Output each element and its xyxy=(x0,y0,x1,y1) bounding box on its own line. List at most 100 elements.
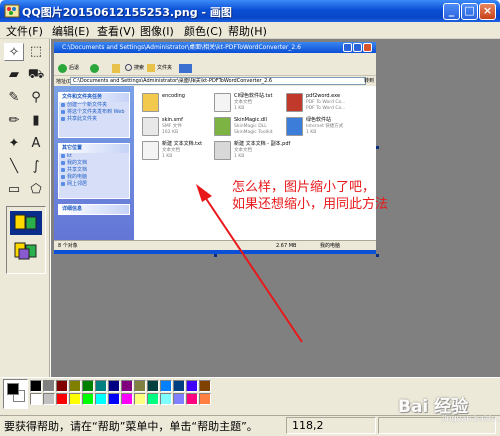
brush-tool[interactable]: ▮ xyxy=(26,112,46,130)
task-link: 将这个文件夹发布到 Web xyxy=(59,109,129,116)
explorer-title: C:\Documents and Settings\Administrator\… xyxy=(62,44,301,51)
file-details: 文本文档 1 KB xyxy=(234,100,252,111)
color-picker-tool[interactable]: ✎ xyxy=(4,89,24,107)
color-swatch[interactable] xyxy=(147,380,159,392)
color-swatch[interactable] xyxy=(173,380,185,392)
airbrush-tool[interactable]: ✦ xyxy=(4,135,24,153)
file-name: 新建 文本文档.txt xyxy=(162,141,203,147)
resize-handle[interactable] xyxy=(376,254,379,257)
file-item: 新建 文本文档.txt 文本文档 1 KB xyxy=(142,139,217,167)
color-swatch[interactable] xyxy=(186,393,198,405)
foreground-color-swatch[interactable] xyxy=(7,383,19,395)
color-swatch[interactable] xyxy=(147,393,159,405)
file-name: pdf2word.exe xyxy=(306,93,341,99)
file-item: 绿色软件站 Internet 快捷方式 1 KB xyxy=(286,115,361,143)
color-swatch[interactable] xyxy=(199,393,211,405)
file-item: 新建 文本文档 - 副本.pdf 文本文档 1 KB xyxy=(214,139,291,167)
color-swatch[interactable] xyxy=(30,380,42,392)
file-icon xyxy=(142,93,159,112)
resize-handle[interactable] xyxy=(376,146,379,149)
eraser-icon: ▰ xyxy=(9,67,19,82)
magnifier-tool[interactable]: ⚲ xyxy=(26,89,46,107)
folders-icon xyxy=(147,64,155,72)
menu-view[interactable]: 查看(V) xyxy=(97,23,135,39)
file-name: SkinMagic.dll xyxy=(234,117,267,123)
polygon-tool[interactable]: ⬠ xyxy=(26,181,46,199)
color-swatch[interactable] xyxy=(69,393,81,405)
color-swatch[interactable] xyxy=(56,380,68,392)
file-icon xyxy=(214,93,231,112)
file-name: skin.smf xyxy=(162,117,183,123)
search-label: 搜索 xyxy=(134,65,145,71)
window-title: QQ图片20150612155253.png - 画图 xyxy=(22,6,232,19)
color-swatch[interactable] xyxy=(82,380,94,392)
file-name: 绿色软件站 xyxy=(306,117,332,123)
color-swatch[interactable] xyxy=(199,380,211,392)
annotation-line-2: 如果还想缩小，用同此方法 xyxy=(232,197,389,212)
free-select-tool[interactable]: ✧ xyxy=(4,43,24,61)
color-swatch[interactable] xyxy=(121,380,133,392)
explorer-menu-bar xyxy=(54,53,376,61)
color-swatch[interactable] xyxy=(43,393,55,405)
go-button: 转到 xyxy=(364,78,375,84)
color-swatch[interactable] xyxy=(134,380,146,392)
views-icon xyxy=(179,64,192,73)
color-swatch[interactable] xyxy=(43,380,55,392)
file-details: PDF To Word Co... PDF To Word Co... xyxy=(306,100,346,111)
file-details: SkinMagic DLL SkinMagic Toolkit xyxy=(234,124,273,135)
color-swatch[interactable] xyxy=(69,380,81,392)
places-title: 其它位置 xyxy=(59,144,129,153)
resize-handle[interactable] xyxy=(214,254,217,257)
free-select-icon: ✧ xyxy=(8,45,20,60)
color-swatch[interactable] xyxy=(108,393,120,405)
tool-options-panel[interactable] xyxy=(6,206,46,274)
color-swatch[interactable] xyxy=(121,393,133,405)
menu-colors[interactable]: 颜色(C) xyxy=(184,23,222,39)
rectangle-tool[interactable]: ▭ xyxy=(4,181,24,199)
color-swatch[interactable] xyxy=(160,380,172,392)
explorer-status-bar: 8 个对象 2.67 MB 我的电脑 xyxy=(54,240,376,250)
maximize-button[interactable]: □ xyxy=(461,3,478,20)
file-icon xyxy=(286,93,303,112)
curve-tool[interactable]: ∫ xyxy=(26,158,46,176)
menu-help[interactable]: 帮助(H) xyxy=(228,23,267,39)
status-help-text: 要获得帮助，请在“帮助”菜单中，单击“帮助主题”。 xyxy=(4,420,258,433)
file-icon xyxy=(142,141,159,160)
eraser-tool[interactable]: ▰ xyxy=(4,66,24,84)
annotation-line-1: 怎么样，图片缩小了吧， xyxy=(232,180,376,195)
menu-edit[interactable]: 编辑(E) xyxy=(52,23,90,39)
fill-tool[interactable]: ⛟ xyxy=(26,66,46,84)
line-tool[interactable]: ╲ xyxy=(4,158,24,176)
tasks-title: 文件和文件夹任务 xyxy=(59,93,129,102)
color-swatch[interactable] xyxy=(95,393,107,405)
place-link: 我的文档 xyxy=(59,160,129,167)
color-swatch[interactable] xyxy=(173,393,185,405)
selection-mode-icons xyxy=(10,211,42,260)
file-name: encoding xyxy=(162,93,185,99)
back-label: 后退 xyxy=(69,65,80,71)
file-name: 新建 文本文档 - 副本.pdf xyxy=(234,141,291,147)
color-swatch[interactable] xyxy=(82,393,94,405)
rect-select-icon: ⬚ xyxy=(29,44,43,59)
explorer-minimize-icon xyxy=(343,43,352,52)
rect-select-tool[interactable]: ⬚ xyxy=(26,43,46,61)
forward-arrow-icon xyxy=(90,64,99,73)
tasks-box: 文件和文件夹任务 创建一个新文件夹 将这个文件夹发布到 Web 共享此文件夹 xyxy=(58,92,130,138)
text-tool[interactable]: A xyxy=(26,135,46,153)
color-swatch[interactable] xyxy=(30,393,42,405)
color-swatch[interactable] xyxy=(95,380,107,392)
place-link: 共享文档 xyxy=(59,167,129,174)
place-link: 网上邻居 xyxy=(59,181,129,188)
task-link: 共享此文件夹 xyxy=(59,116,129,123)
details-box: 详细信息 xyxy=(58,204,130,215)
color-swatch[interactable] xyxy=(108,380,120,392)
color-swatch[interactable] xyxy=(56,393,68,405)
color-swatch[interactable] xyxy=(134,393,146,405)
color-swatch[interactable] xyxy=(160,393,172,405)
menu-image[interactable]: 图像(I) xyxy=(140,23,174,39)
close-button[interactable]: × xyxy=(479,3,496,20)
color-swatch[interactable] xyxy=(186,380,198,392)
pencil-tool[interactable]: ✏ xyxy=(4,112,24,130)
menu-file[interactable]: 文件(F) xyxy=(6,23,43,39)
minimize-button[interactable]: _ xyxy=(443,3,460,20)
